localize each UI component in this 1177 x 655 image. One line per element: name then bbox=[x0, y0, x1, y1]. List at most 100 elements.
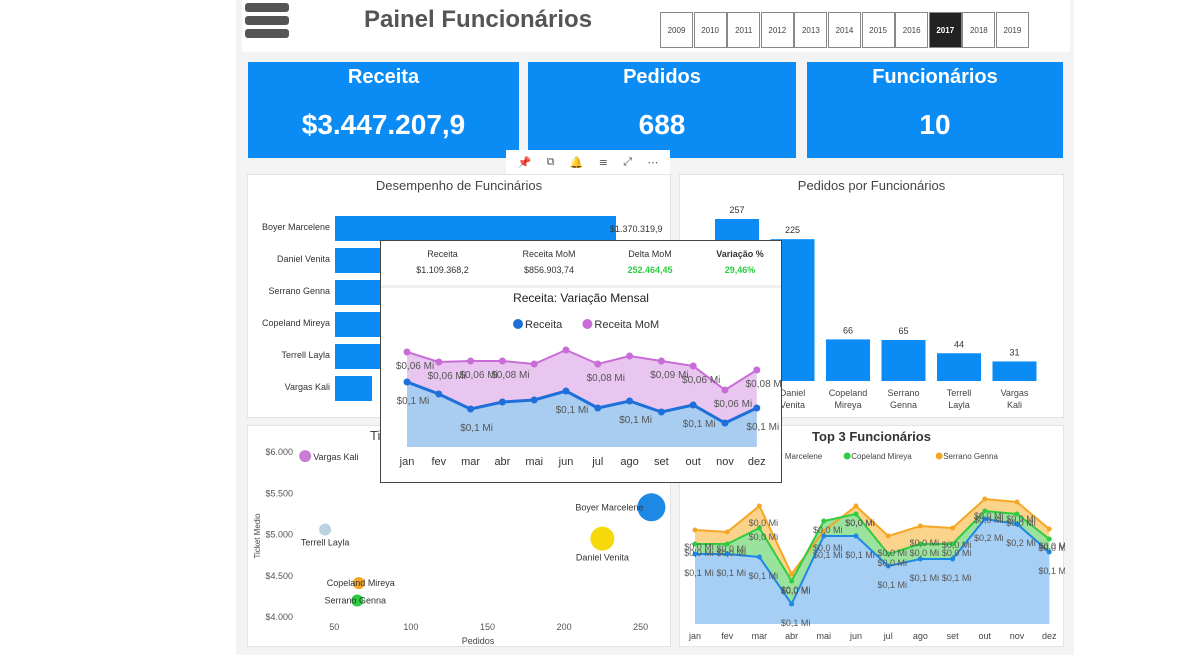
year-button-2009[interactable]: 2009 bbox=[660, 12, 693, 48]
series-point bbox=[530, 396, 538, 404]
filter-icon[interactable]: ≡ bbox=[599, 156, 608, 169]
data-label: $0,0 Mi bbox=[1038, 541, 1065, 551]
expand-icon[interactable]: ⤢ bbox=[623, 155, 632, 169]
pin-icon[interactable]: 📌 bbox=[518, 156, 532, 169]
year-button-2017[interactable]: 2017 bbox=[928, 12, 962, 48]
y-tick-label: $4.000 bbox=[265, 612, 293, 622]
data-label: $0,1 Mi bbox=[942, 573, 972, 583]
kpi-card-receita[interactable]: Receita $3.447.207,9 bbox=[248, 62, 519, 158]
year-button-2013[interactable]: 2013 bbox=[794, 12, 828, 48]
bar-value-label: 66 bbox=[843, 325, 853, 335]
bar-category-label: Mireya bbox=[834, 400, 861, 410]
bar-category-label: Serrano Genna bbox=[268, 286, 330, 296]
data-label: $0,0 Mi bbox=[749, 532, 779, 542]
kpi-label: Funcionários bbox=[872, 66, 998, 88]
data-label: $0,1 Mi bbox=[1038, 566, 1065, 576]
year-button-2018[interactable]: 2018 bbox=[962, 12, 996, 48]
series-point bbox=[626, 352, 634, 360]
x-tick-label: nov bbox=[1010, 631, 1025, 641]
scatter-point-label: Boyer Marcelene bbox=[575, 502, 643, 512]
x-tick-label: nov bbox=[716, 456, 734, 468]
year-button-2014[interactable]: 2014 bbox=[827, 12, 861, 48]
menu-icon[interactable] bbox=[245, 3, 289, 39]
tooltip-kpi-label: Receita MoM bbox=[522, 249, 576, 259]
data-label: $0,1 Mi bbox=[877, 580, 907, 590]
series-point bbox=[626, 397, 634, 405]
visual-toolbar: 📌 ⧉ 🔔 ≡ ⤢ ⋯ bbox=[506, 150, 670, 174]
bar bbox=[335, 216, 616, 241]
x-tick-label: ago bbox=[913, 631, 928, 641]
year-button-2011[interactable]: 2011 bbox=[727, 12, 761, 48]
series-point bbox=[982, 496, 988, 502]
tooltip-card: Receita $1.109.368,2 Receita MoM $856.90… bbox=[380, 240, 782, 483]
year-button-2016[interactable]: 2016 bbox=[895, 12, 929, 48]
year-button-2015[interactable]: 2015 bbox=[861, 12, 895, 48]
x-tick-label: jan bbox=[688, 631, 701, 641]
y-axis-label: Ticket Medio bbox=[253, 513, 262, 559]
legend-label: Receita MoM bbox=[594, 319, 659, 331]
bar-category-label: Terrell bbox=[947, 388, 972, 398]
x-tick-label: jul bbox=[591, 456, 603, 468]
page-title: Painel Funcionários bbox=[364, 6, 593, 33]
more-icon[interactable]: ⋯ bbox=[647, 156, 658, 169]
bar-value-label: 65 bbox=[898, 326, 908, 336]
x-tick-label: out bbox=[686, 456, 701, 468]
legend-marker bbox=[843, 452, 851, 460]
data-label: $0,1 Mi bbox=[397, 396, 430, 407]
data-label: $0,06 Mi bbox=[682, 375, 720, 386]
bar-category-label: Terrell Layla bbox=[281, 350, 330, 360]
x-tick-label: mar bbox=[461, 456, 480, 468]
legend-label: r Marcelene bbox=[780, 452, 823, 461]
divider bbox=[381, 285, 781, 288]
data-label: $0,0 Mi bbox=[684, 542, 714, 552]
year-button-2010[interactable]: 2010 bbox=[693, 12, 727, 48]
x-tick-label: dez bbox=[1042, 631, 1057, 641]
kpi-card-pedidos[interactable]: Pedidos 688 bbox=[528, 62, 796, 158]
scatter-point bbox=[319, 523, 332, 536]
series-point bbox=[756, 503, 762, 509]
bar bbox=[937, 353, 981, 381]
x-tick-label: fev bbox=[721, 631, 734, 641]
bar-category-label: Venita bbox=[780, 400, 805, 410]
bell-icon[interactable]: 🔔 bbox=[570, 156, 584, 169]
x-tick-label: jun bbox=[849, 631, 862, 641]
x-tick-label: ago bbox=[620, 456, 638, 468]
data-label: $0,0 Mi bbox=[974, 511, 1004, 521]
scatter-point-label: Serrano Genna bbox=[325, 596, 387, 606]
bar-category-label: Boyer Marcelene bbox=[262, 222, 330, 232]
series-point bbox=[756, 554, 762, 560]
x-tick-label: fev bbox=[431, 456, 446, 468]
data-label: $0,2 Mi bbox=[974, 533, 1004, 543]
x-tick-label: 250 bbox=[633, 622, 648, 632]
bar bbox=[992, 361, 1037, 381]
copy-icon[interactable]: ⧉ bbox=[547, 155, 555, 169]
tooltip-kpi: Delta MoM 252.464,45 bbox=[599, 245, 701, 285]
year-button-2019[interactable]: 2019 bbox=[995, 12, 1029, 48]
series-point bbox=[562, 387, 570, 395]
bar-category-label: Copeland Mireya bbox=[262, 318, 330, 328]
y-tick-label: $6.000 bbox=[265, 447, 293, 457]
bar bbox=[826, 339, 870, 381]
tooltip-kpi-label: Delta MoM bbox=[628, 249, 672, 259]
scatter-point-label: Vargas Kali bbox=[313, 452, 358, 462]
year-button-2012[interactable]: 2012 bbox=[760, 12, 794, 48]
series-point bbox=[853, 533, 859, 539]
data-label: $0,0 Mi bbox=[716, 544, 746, 554]
x-tick-label: abr bbox=[785, 631, 798, 641]
bar-category-label: Genna bbox=[890, 400, 917, 410]
bar-category-label: Serrano bbox=[887, 388, 919, 398]
x-tick-label: set bbox=[947, 631, 960, 641]
tooltip-chart-svg: Receita: Variação Mensal Receita Receita M… bbox=[396, 291, 781, 468]
scatter-point-label: Terrell Layla bbox=[301, 538, 350, 548]
x-tick-label: mai bbox=[525, 456, 543, 468]
data-label: $0,1 Mi bbox=[684, 568, 714, 578]
data-label: $0,0 Mi bbox=[749, 518, 779, 528]
x-tick-label: dez bbox=[748, 456, 766, 468]
kpi-card-funcionarios[interactable]: Funcionários 10 bbox=[807, 62, 1063, 158]
bar-category-label: Vargas Kali bbox=[285, 382, 330, 392]
y-tick-label: $5.000 bbox=[265, 530, 293, 540]
tooltip-kpi: Receita MoM $856.903,74 bbox=[503, 245, 595, 285]
data-label: $0,2 Mi bbox=[1006, 538, 1036, 548]
data-label: $0,1 Mi bbox=[749, 571, 779, 581]
series-point bbox=[724, 529, 730, 535]
